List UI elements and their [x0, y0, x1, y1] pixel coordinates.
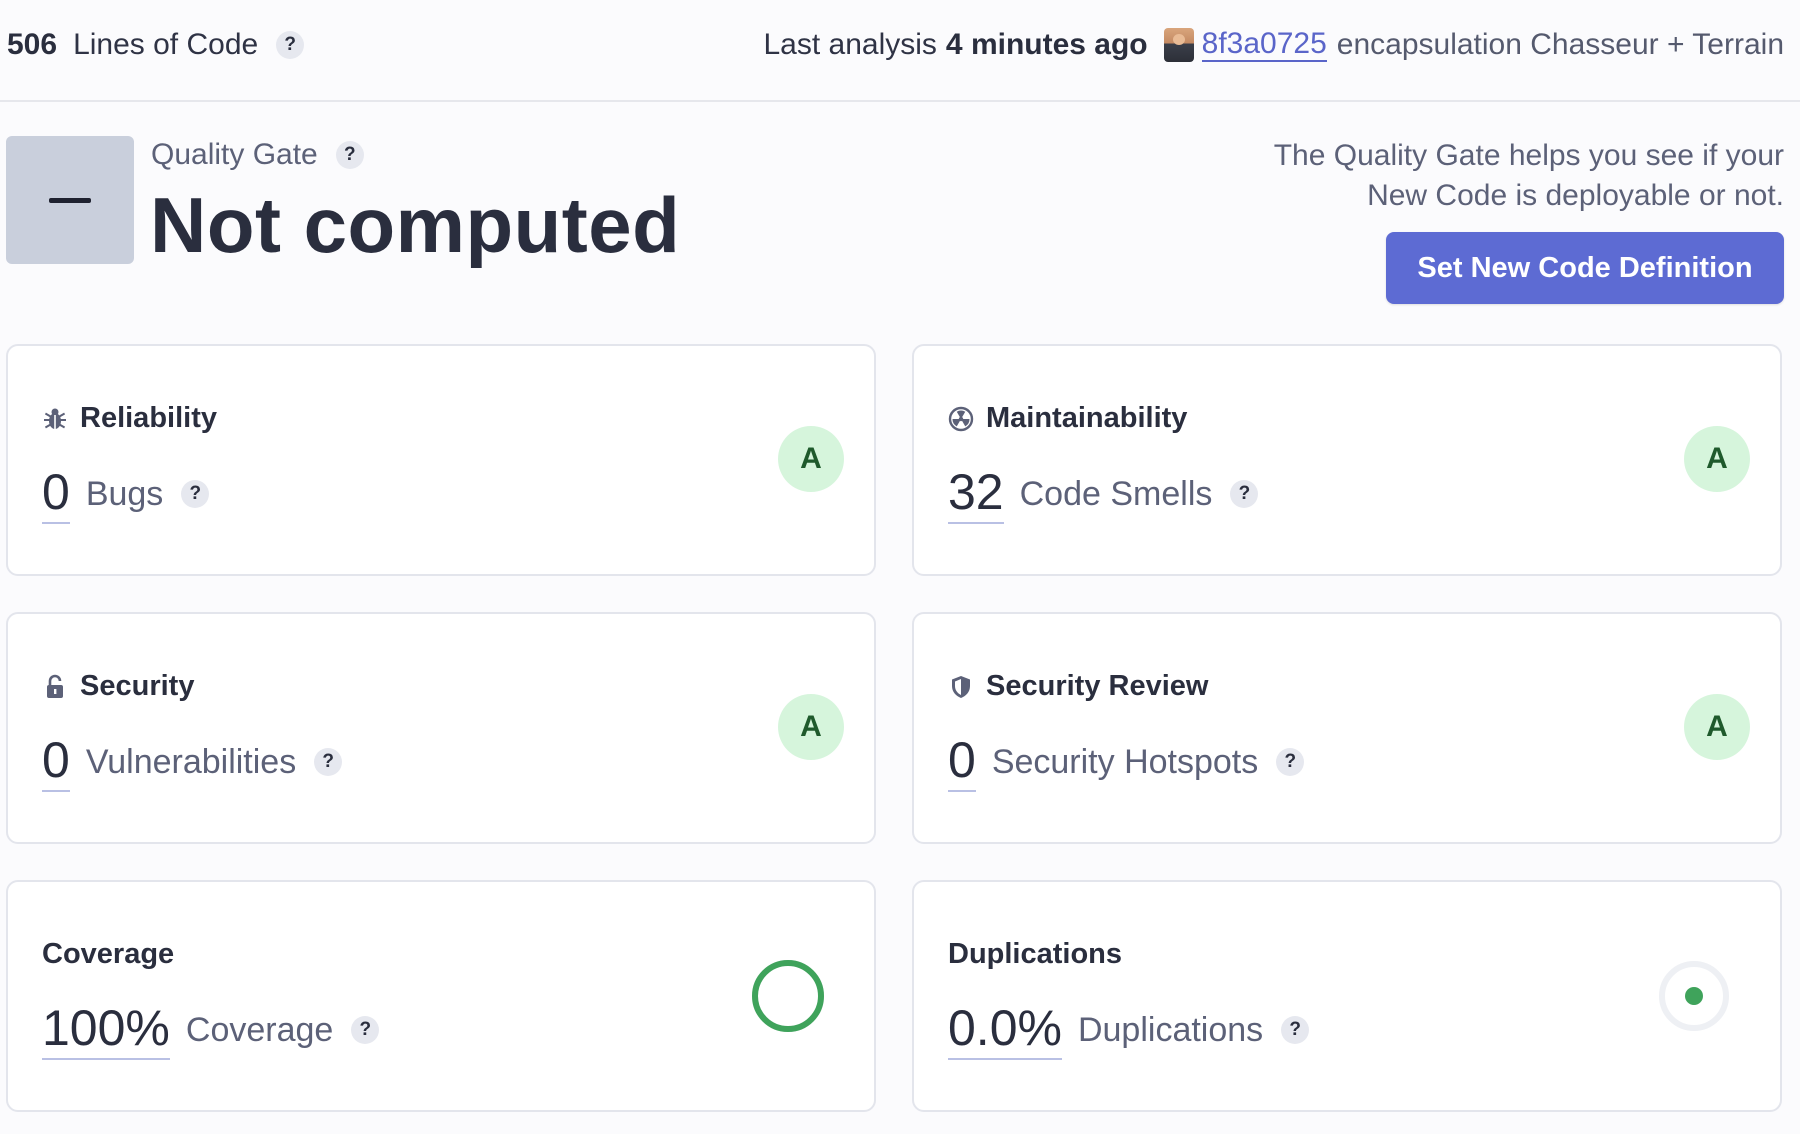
maintainability-rating-badge[interactable]: A — [1684, 426, 1750, 492]
code-smells-value[interactable]: 32 — [948, 464, 1004, 524]
radiation-icon — [948, 406, 974, 432]
lock-icon — [42, 674, 68, 700]
project-header: 506 Lines of Code ? Last analysis 4 minu… — [0, 0, 1800, 102]
security-review-title: Security Review — [948, 670, 1208, 703]
code-smells-label: Code Smells — [1019, 475, 1213, 513]
dash-icon — [49, 197, 91, 203]
duplications-value[interactable]: 0.0% — [948, 1000, 1062, 1060]
vulnerabilities-help-icon[interactable]: ? — [314, 748, 343, 776]
security-review-card: Security Review 0 Security Hotspots ? A — [912, 612, 1782, 844]
security-review-title-text: Security Review — [986, 670, 1209, 702]
duplications-title-text: Duplications — [948, 938, 1123, 970]
quality-gate-description-line-2: New Code is deployable or not. — [1367, 179, 1784, 212]
avatar — [1163, 28, 1194, 62]
coverage-card: Coverage 100% Coverage ? — [6, 880, 876, 1112]
maintainability-card: Maintainability 32 Code Smells ? A — [912, 344, 1782, 576]
duplications-card: Duplications 0.0% Duplications ? — [912, 880, 1782, 1112]
quality-gate-title: Quality Gate — [151, 138, 318, 171]
shield-icon — [948, 674, 974, 700]
commit-message: encapsulation Chasseur + Terrain — [1336, 28, 1784, 61]
quality-gate-description: The Quality Gate helps you see if your N… — [1224, 136, 1784, 216]
coverage-donut-chart — [752, 960, 824, 1032]
bugs-metric: 0 Bugs ? — [42, 464, 210, 524]
code-smells-metric: 32 Code Smells ? — [948, 464, 1259, 524]
security-hotspots-label: Security Hotspots — [991, 743, 1259, 781]
maintainability-title-text: Maintainability — [986, 402, 1188, 434]
quality-gate-description-line-1: The Quality Gate helps you see if your — [1273, 139, 1784, 172]
quality-gate-status-box — [6, 136, 134, 264]
duplications-title: Duplications — [948, 938, 1122, 971]
vulnerabilities-metric: 0 Vulnerabilities ? — [42, 732, 343, 792]
lines-of-code: 506 Lines of Code ? — [7, 28, 305, 62]
security-review-rating-badge[interactable]: A — [1684, 694, 1750, 760]
coverage-help-icon[interactable]: ? — [351, 1016, 380, 1044]
duplications-indicator — [1659, 961, 1729, 1031]
vulnerabilities-value[interactable]: 0 — [42, 732, 70, 792]
code-smells-help-icon[interactable]: ? — [1230, 480, 1259, 508]
quality-gate-help-icon[interactable]: ? — [335, 141, 364, 169]
coverage-donut-arc — [752, 960, 824, 1032]
security-card: Security 0 Vulnerabilities ? A — [6, 612, 876, 844]
reliability-title: Reliability — [42, 402, 217, 435]
reliability-card: Reliability 0 Bugs ? A — [6, 344, 876, 576]
security-hotspots-help-icon[interactable]: ? — [1276, 748, 1305, 776]
coverage-label: Coverage — [185, 1011, 334, 1049]
security-title: Security — [42, 670, 194, 703]
bug-icon — [42, 406, 68, 432]
reliability-rating-badge[interactable]: A — [778, 426, 844, 492]
bugs-value[interactable]: 0 — [42, 464, 70, 524]
duplications-metric: 0.0% Duplications ? — [948, 1000, 1310, 1060]
duplications-label: Duplications — [1077, 1011, 1264, 1049]
loc-help-icon[interactable]: ? — [276, 31, 305, 59]
coverage-title-text: Coverage — [42, 938, 175, 970]
duplications-help-icon[interactable]: ? — [1281, 1016, 1310, 1044]
reliability-title-text: Reliability — [80, 402, 217, 434]
bugs-help-icon[interactable]: ? — [181, 480, 210, 508]
commit-hash-link[interactable]: 8f3a0725 — [1201, 28, 1327, 62]
quality-gate-status: Not computed — [150, 181, 681, 269]
set-new-code-definition-button[interactable]: Set New Code Definition — [1386, 232, 1784, 304]
security-title-text: Security — [80, 670, 195, 702]
security-hotspots-metric: 0 Security Hotspots ? — [948, 732, 1305, 792]
bugs-label: Bugs — [85, 475, 164, 513]
analysis-lead: Last analysis — [763, 28, 937, 61]
coverage-metric: 100% Coverage ? — [42, 1000, 380, 1060]
maintainability-title: Maintainability — [948, 402, 1187, 435]
last-analysis: Last analysis 4 minutes ago 8f3a0725 enc… — [763, 28, 1784, 62]
vulnerabilities-label: Vulnerabilities — [85, 743, 297, 781]
coverage-title: Coverage — [42, 938, 174, 971]
loc-value[interactable]: 506 — [7, 28, 57, 62]
security-rating-badge[interactable]: A — [778, 694, 844, 760]
security-hotspots-value[interactable]: 0 — [948, 732, 976, 792]
duplications-indicator-dot — [1685, 987, 1703, 1005]
analysis-time: 4 minutes ago — [945, 28, 1148, 61]
coverage-value[interactable]: 100% — [42, 1000, 170, 1060]
quality-gate-label: Quality Gate ? — [151, 138, 364, 172]
loc-label: Lines of Code — [73, 28, 259, 61]
